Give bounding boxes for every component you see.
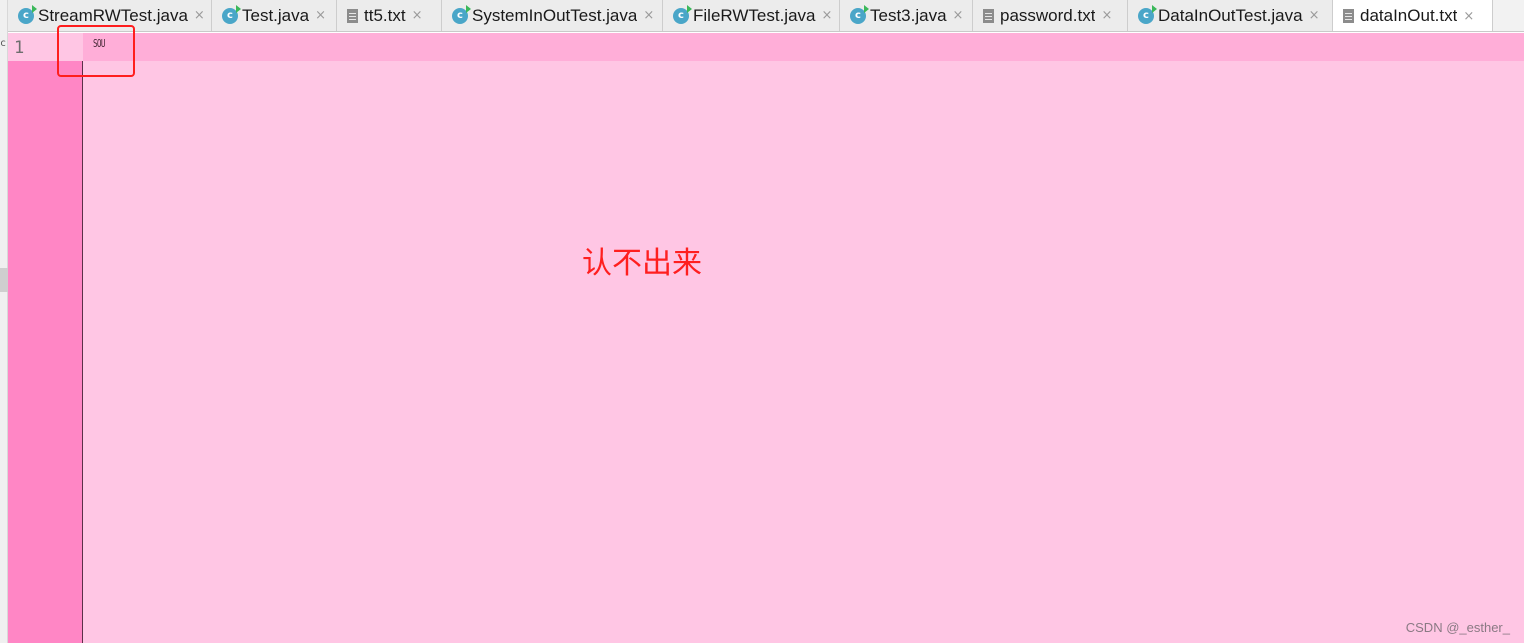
tab-label: tt5.txt [364, 5, 406, 25]
java-class-icon: c [18, 4, 37, 24]
tab-password[interactable]: password.txt × [973, 0, 1128, 31]
close-icon[interactable]: × [643, 8, 654, 23]
close-icon[interactable]: × [412, 8, 423, 23]
close-icon[interactable]: × [194, 8, 205, 23]
tab-datainout-active[interactable]: dataInOut.txt × [1333, 0, 1493, 31]
red-highlight-box [57, 25, 135, 77]
close-icon[interactable]: × [1101, 8, 1112, 23]
tab-label: SystemInOutTest.java [472, 5, 638, 25]
annotation-text: 认不出来 [582, 246, 702, 281]
java-class-icon: c [673, 4, 692, 24]
tab-label: password.txt [1000, 5, 1096, 25]
text-file-icon [347, 8, 358, 23]
close-icon[interactable]: × [315, 8, 326, 23]
close-icon[interactable]: × [1309, 8, 1320, 23]
close-icon[interactable]: × [953, 8, 964, 23]
left-strip-fragment: c [0, 38, 7, 49]
text-file-icon [1343, 9, 1354, 23]
left-tool-strip: c [0, 0, 8, 643]
line-number: 1 [14, 38, 25, 58]
text-file-icon [983, 8, 994, 23]
tab-test[interactable]: c Test.java × [212, 0, 337, 31]
tab-label: DataInOutTest.java [1158, 5, 1303, 25]
tab-datainouttest[interactable]: c DataInOutTest.java × [1128, 0, 1333, 31]
tab-systeminouttest[interactable]: c SystemInOutTest.java × [442, 0, 663, 31]
tab-label: dataInOut.txt [1360, 6, 1458, 25]
tab-test3[interactable]: c Test3.java × [840, 0, 973, 31]
close-icon[interactable]: × [1463, 9, 1474, 24]
tab-label: Test3.java [870, 5, 947, 25]
tab-tt5[interactable]: tt5.txt × [337, 0, 442, 31]
line-number-gutter: 1 [8, 33, 83, 643]
editor-tab-bar: c StreamRWTest.java × c Test.java × tt5.… [8, 0, 1524, 32]
tab-label: FileRWTest.java [693, 5, 816, 25]
editor-area[interactable]: 1 SOU [8, 33, 1524, 643]
java-class-icon: c [452, 4, 471, 24]
tab-label: StreamRWTest.java [38, 5, 188, 25]
tab-filerwtest[interactable]: c FileRWTest.java × [663, 0, 840, 31]
java-class-icon: c [850, 4, 869, 24]
current-line-highlight [8, 33, 1524, 61]
close-icon[interactable]: × [822, 8, 833, 23]
java-class-icon: c [222, 4, 241, 24]
tab-label: Test.java [242, 5, 310, 25]
left-strip-handle[interactable] [0, 268, 8, 292]
java-class-icon: c [1138, 4, 1157, 24]
watermark: CSDN @_esther_ [1405, 620, 1510, 635]
